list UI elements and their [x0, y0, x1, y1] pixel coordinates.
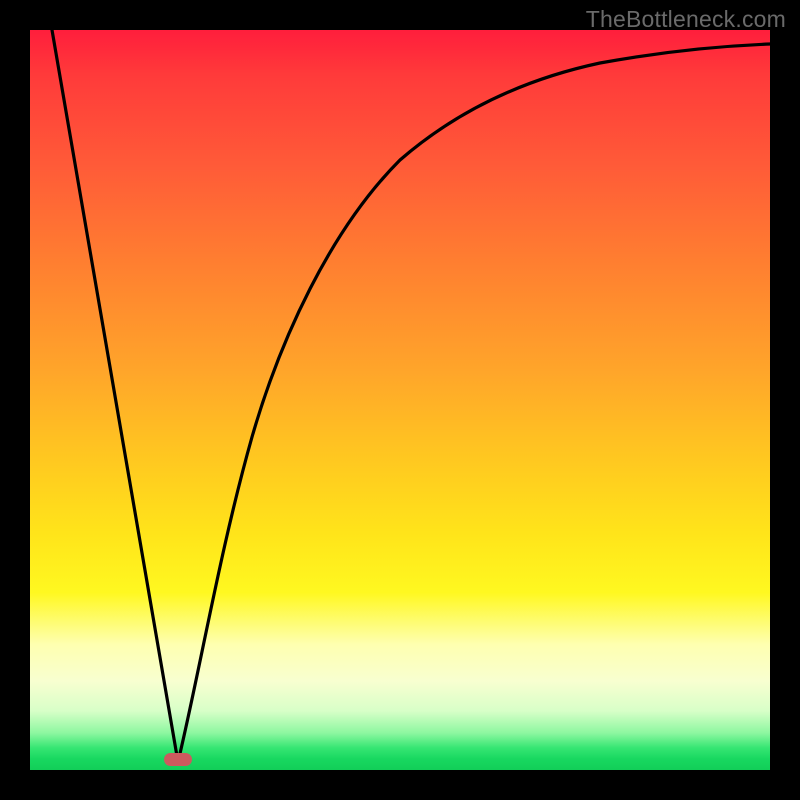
- watermark-text: TheBottleneck.com: [586, 6, 786, 33]
- plot-area: [30, 30, 770, 770]
- chart-frame: TheBottleneck.com: [0, 0, 800, 800]
- optimal-point-marker: [164, 753, 192, 766]
- bottleneck-curve: [30, 30, 770, 770]
